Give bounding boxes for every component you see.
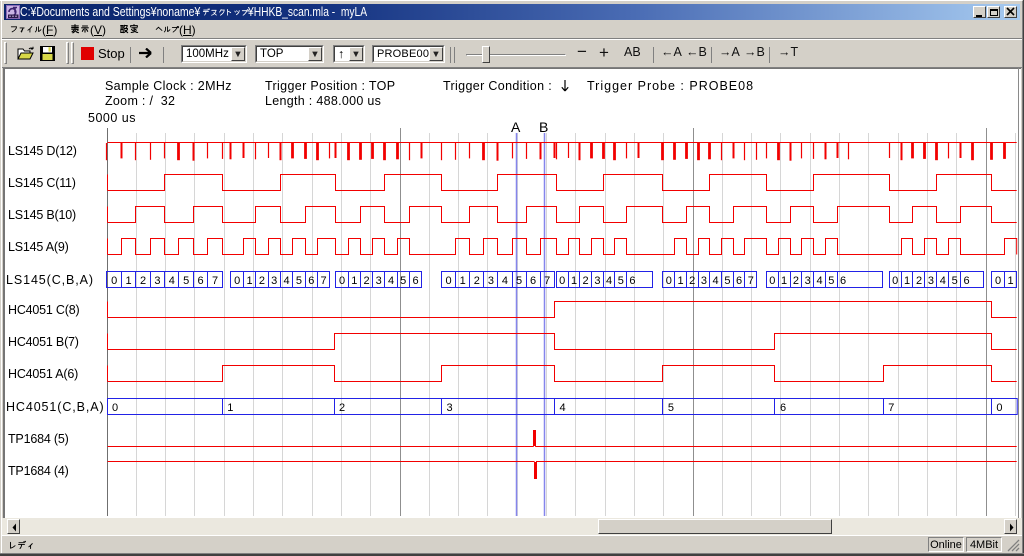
svg-text:3: 3 <box>594 275 600 287</box>
svg-text:5: 5 <box>724 275 730 287</box>
svg-text:0: 0 <box>995 275 1001 287</box>
svg-text:1: 1 <box>1007 275 1013 287</box>
svg-text:2: 2 <box>689 275 695 287</box>
svg-text:6: 6 <box>198 275 204 287</box>
svg-text:7: 7 <box>321 275 327 287</box>
svg-text:5: 5 <box>400 275 406 287</box>
svg-text:4: 4 <box>940 275 946 287</box>
svg-text:7: 7 <box>212 275 218 287</box>
svg-text:5: 5 <box>668 402 674 414</box>
svg-text:2: 2 <box>916 275 922 287</box>
svg-text:2: 2 <box>793 275 799 287</box>
svg-text:2: 2 <box>339 402 345 414</box>
svg-text:2: 2 <box>140 275 146 287</box>
svg-text:4: 4 <box>713 275 719 287</box>
svg-text:0: 0 <box>112 402 118 414</box>
svg-text:1: 1 <box>351 275 357 287</box>
svg-text:3: 3 <box>805 275 811 287</box>
svg-text:5: 5 <box>183 275 189 287</box>
svg-text:6: 6 <box>530 275 536 287</box>
svg-text:3: 3 <box>701 275 707 287</box>
svg-text:5: 5 <box>828 275 834 287</box>
svg-text:4: 4 <box>560 402 566 414</box>
svg-text:3: 3 <box>376 275 382 287</box>
svg-text:2: 2 <box>259 275 265 287</box>
svg-text:0: 0 <box>769 275 775 287</box>
svg-text:5: 5 <box>618 275 624 287</box>
svg-text:6: 6 <box>964 275 970 287</box>
svg-text:6: 6 <box>840 275 846 287</box>
svg-text:6: 6 <box>629 275 635 287</box>
svg-text:1: 1 <box>677 275 683 287</box>
svg-text:0: 0 <box>666 275 672 287</box>
svg-text:0: 0 <box>111 275 117 287</box>
svg-text:0: 0 <box>339 275 345 287</box>
svg-text:1: 1 <box>246 275 252 287</box>
svg-text:2: 2 <box>363 275 369 287</box>
svg-text:6: 6 <box>412 275 418 287</box>
svg-text:1: 1 <box>781 275 787 287</box>
svg-text:4: 4 <box>388 275 394 287</box>
svg-text:1: 1 <box>460 275 466 287</box>
svg-text:4: 4 <box>502 275 508 287</box>
svg-text:1: 1 <box>571 275 577 287</box>
svg-text:0: 0 <box>234 275 240 287</box>
svg-text:1: 1 <box>126 275 132 287</box>
svg-text:3: 3 <box>488 275 494 287</box>
svg-text:1: 1 <box>904 275 910 287</box>
svg-text:5: 5 <box>952 275 958 287</box>
svg-text:4: 4 <box>284 275 290 287</box>
svg-text:2: 2 <box>583 275 589 287</box>
svg-text:0: 0 <box>996 402 1002 414</box>
svg-text:4: 4 <box>606 275 612 287</box>
svg-text:0: 0 <box>446 275 452 287</box>
svg-text:7: 7 <box>748 275 754 287</box>
svg-text:7: 7 <box>544 275 550 287</box>
svg-text:3: 3 <box>271 275 277 287</box>
svg-text:5: 5 <box>516 275 522 287</box>
svg-text:2: 2 <box>474 275 480 287</box>
svg-text:0: 0 <box>892 275 898 287</box>
svg-text:0: 0 <box>559 275 565 287</box>
svg-text:3: 3 <box>928 275 934 287</box>
svg-text:4: 4 <box>816 275 822 287</box>
svg-text:7: 7 <box>888 402 894 414</box>
svg-text:6: 6 <box>780 402 786 414</box>
svg-text:1: 1 <box>227 402 233 414</box>
svg-text:4: 4 <box>169 275 175 287</box>
svg-text:6: 6 <box>736 275 742 287</box>
svg-text:3: 3 <box>154 275 160 287</box>
svg-text:5: 5 <box>296 275 302 287</box>
svg-text:6: 6 <box>308 275 314 287</box>
svg-text:3: 3 <box>447 402 453 414</box>
